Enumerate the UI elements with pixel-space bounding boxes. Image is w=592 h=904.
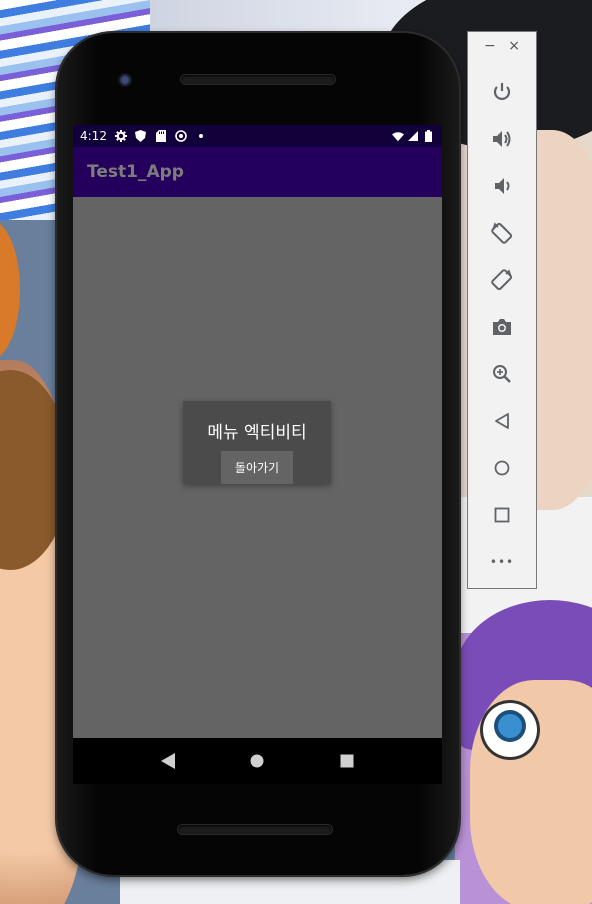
emulator-toolbar: − × ••• xyxy=(467,31,537,589)
dialog-message: 메뉴 엑티비티 xyxy=(207,423,307,443)
nav-recents-icon[interactable] xyxy=(337,751,357,771)
minimize-button[interactable]: − xyxy=(484,38,496,54)
earpiece-speaker xyxy=(181,75,335,84)
signal-icon xyxy=(407,130,419,142)
home-icon[interactable] xyxy=(489,455,515,481)
status-bar: 4:12 xyxy=(73,125,442,147)
bottom-speaker xyxy=(178,825,332,834)
wifi-icon xyxy=(392,130,404,142)
shield-icon xyxy=(135,130,147,142)
zoom-icon[interactable] xyxy=(489,361,515,387)
close-button[interactable]: × xyxy=(508,38,520,54)
nav-back-icon[interactable] xyxy=(158,751,178,771)
battery-icon xyxy=(422,130,434,142)
power-icon[interactable] xyxy=(489,79,515,105)
volume-down-icon[interactable] xyxy=(489,173,515,199)
android-nav-bar xyxy=(73,738,442,784)
emulator-phone-frame: 4:12 Test1_App 메뉴 엑티비티 돌아가기 xyxy=(57,33,459,875)
more-icon[interactable]: ••• xyxy=(489,549,515,575)
dot-icon xyxy=(195,130,207,142)
overview-icon[interactable] xyxy=(489,502,515,528)
more-label: ••• xyxy=(489,555,515,569)
front-camera xyxy=(118,73,132,87)
back-button[interactable]: 돌아가기 xyxy=(221,451,293,484)
settings-icon xyxy=(114,130,127,142)
sync-icon xyxy=(175,130,187,142)
rotate-left-icon[interactable] xyxy=(489,220,515,246)
device-screen[interactable]: 4:12 Test1_App 메뉴 엑티비티 돌아가기 xyxy=(73,125,442,738)
activity-content: 메뉴 엑티비티 돌아가기 xyxy=(73,197,442,738)
status-time: 4:12 xyxy=(80,129,107,143)
menu-activity-dialog: 메뉴 엑티비티 돌아가기 xyxy=(183,401,331,484)
sd-card-icon xyxy=(155,130,167,142)
app-toolbar: Test1_App xyxy=(73,147,442,197)
rotate-right-icon[interactable] xyxy=(489,267,515,293)
app-title: Test1_App xyxy=(87,162,184,182)
camera-icon[interactable] xyxy=(489,314,515,340)
back-icon[interactable] xyxy=(489,408,515,434)
nav-home-icon[interactable] xyxy=(247,751,267,771)
volume-up-icon[interactable] xyxy=(489,126,515,152)
